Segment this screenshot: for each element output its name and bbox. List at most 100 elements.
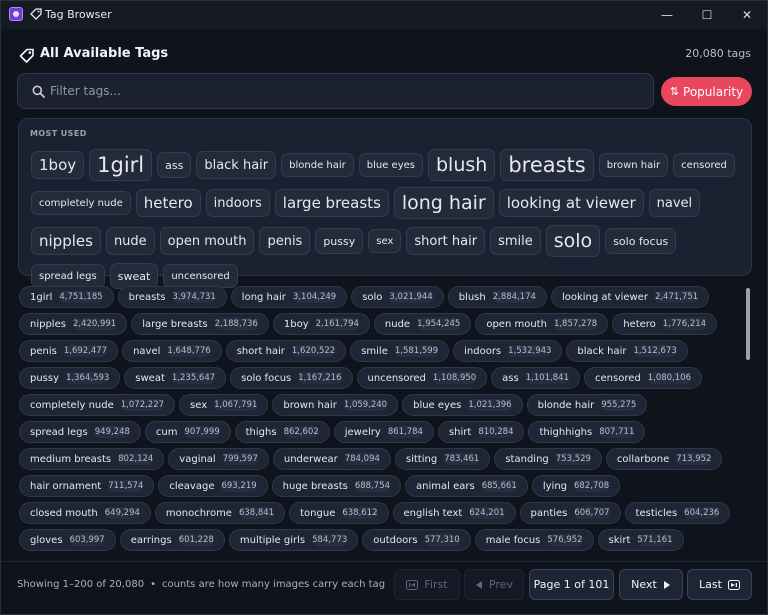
cloud-tag[interactable]: brown hair bbox=[598, 153, 669, 177]
cloud-tag[interactable]: 1boy bbox=[31, 151, 85, 179]
tag-chip[interactable]: sweat 1,235,647 bbox=[124, 367, 227, 389]
tag-chip[interactable]: navel 1,648,776 bbox=[122, 340, 222, 362]
cloud-tag[interactable]: uncensored bbox=[163, 264, 238, 288]
cloud-tag[interactable]: short hair bbox=[406, 227, 486, 255]
tag-chip[interactable]: underwear 784,094 bbox=[272, 448, 391, 470]
cloud-tag[interactable]: black hair bbox=[196, 151, 277, 179]
tag-chip[interactable]: pussy 1,364,593 bbox=[19, 367, 121, 389]
tag-chip[interactable]: brown hair 1,059,240 bbox=[272, 394, 399, 416]
tag-chip[interactable]: outdoors 577,310 bbox=[362, 529, 471, 551]
tag-chip[interactable]: english text 624,201 bbox=[392, 502, 516, 524]
prev-page-button[interactable]: Prev bbox=[464, 569, 524, 600]
tag-chip[interactable]: large breasts 2,188,736 bbox=[131, 313, 269, 335]
cloud-tag[interactable]: blush bbox=[428, 149, 496, 181]
tag-list-scrollbar[interactable] bbox=[745, 286, 751, 552]
tag-chip[interactable]: sitting 783,461 bbox=[394, 448, 491, 470]
cloud-tag[interactable]: open mouth bbox=[159, 227, 255, 255]
tag-chip[interactable]: cleavage 693,219 bbox=[158, 475, 268, 497]
tag-chip[interactable]: earrings 601,228 bbox=[119, 529, 225, 551]
tag-chip[interactable]: hetero 1,776,214 bbox=[612, 313, 718, 335]
cloud-tag[interactable]: nipples bbox=[31, 227, 101, 255]
tag-chip[interactable]: long hair 3,104,249 bbox=[230, 286, 348, 308]
tag-chip[interactable]: lying 682,708 bbox=[531, 475, 621, 497]
tag-chip[interactable]: breasts 3,974,731 bbox=[117, 286, 227, 308]
search-box[interactable] bbox=[17, 73, 654, 109]
cloud-tag[interactable]: 1girl bbox=[89, 149, 153, 181]
search-input[interactable] bbox=[50, 80, 640, 102]
tag-chip[interactable]: shirt 810,284 bbox=[437, 421, 525, 443]
tag-chip[interactable]: thighhighs 807,711 bbox=[528, 421, 646, 443]
tag-chip[interactable]: black hair 1,512,673 bbox=[566, 340, 688, 362]
first-page-button[interactable]: First bbox=[394, 569, 460, 600]
tag-chip[interactable]: blonde hair 955,275 bbox=[526, 394, 648, 416]
tag-chip[interactable]: nipples 2,420,991 bbox=[19, 313, 128, 335]
tag-chip[interactable]: standing 753,529 bbox=[494, 448, 602, 470]
maximize-button[interactable]: ☐ bbox=[687, 1, 727, 29]
title-bar[interactable]: Tag Browser — ☐ ✕ bbox=[1, 1, 767, 29]
cloud-tag[interactable]: hetero bbox=[135, 189, 201, 217]
tag-chip[interactable]: blush 2,884,174 bbox=[447, 286, 547, 308]
cloud-tag[interactable]: spread legs bbox=[31, 264, 105, 288]
tag-chip[interactable]: smile 1,581,599 bbox=[350, 340, 450, 362]
minimize-button[interactable]: — bbox=[647, 1, 687, 29]
tag-chip[interactable]: looking at viewer 2,471,751 bbox=[550, 286, 710, 308]
cloud-tag[interactable]: completely nude bbox=[31, 191, 131, 215]
tag-chip[interactable]: nude 1,954,245 bbox=[373, 313, 472, 335]
cloud-tag[interactable]: blue eyes bbox=[358, 153, 423, 177]
tag-chip[interactable]: 1boy 2,161,794 bbox=[272, 313, 370, 335]
tag-chip[interactable]: short hair 1,620,522 bbox=[225, 340, 347, 362]
cloud-tag[interactable]: breasts bbox=[500, 149, 594, 181]
tag-chip[interactable]: multiple girls 584,773 bbox=[228, 529, 359, 551]
cloud-tag[interactable]: long hair bbox=[393, 187, 494, 219]
tag-chip[interactable]: censored 1,080,106 bbox=[584, 367, 702, 389]
cloud-tag[interactable]: censored bbox=[673, 153, 735, 177]
cloud-tag[interactable]: indoors bbox=[205, 189, 270, 217]
tag-chip[interactable]: vaginal 799,597 bbox=[168, 448, 269, 470]
close-button[interactable]: ✕ bbox=[727, 1, 767, 29]
tag-chip[interactable]: jewelry 861,784 bbox=[333, 421, 434, 443]
cloud-tag[interactable]: blonde hair bbox=[281, 153, 354, 177]
tag-chip[interactable]: gloves 603,997 bbox=[19, 529, 116, 551]
tag-chip[interactable]: uncensored 1,108,950 bbox=[356, 367, 488, 389]
tag-chip[interactable]: testicles 604,236 bbox=[624, 502, 731, 524]
tag-chip[interactable]: animal ears 685,661 bbox=[405, 475, 528, 497]
cloud-tag[interactable]: penis bbox=[259, 227, 311, 255]
cloud-tag[interactable]: solo focus bbox=[605, 228, 677, 254]
sort-popularity-button[interactable]: ⇅ Popularity bbox=[661, 77, 752, 106]
tag-chip[interactable]: huge breasts 688,754 bbox=[271, 475, 402, 497]
cloud-tag[interactable]: navel bbox=[648, 189, 701, 217]
tag-chip[interactable]: penis 1,692,477 bbox=[19, 340, 119, 362]
tag-chip[interactable]: completely nude 1,072,227 bbox=[19, 394, 176, 416]
tag-chip[interactable]: cum 907,999 bbox=[144, 421, 231, 443]
tag-chip[interactable]: solo 3,021,944 bbox=[351, 286, 444, 308]
tag-chip[interactable]: panties 606,707 bbox=[519, 502, 621, 524]
tag-chip[interactable]: blue eyes 1,021,396 bbox=[402, 394, 523, 416]
cloud-tag[interactable]: smile bbox=[490, 227, 541, 255]
tag-chip[interactable]: skirt 571,161 bbox=[597, 529, 684, 551]
tag-chip[interactable]: solo focus 1,167,216 bbox=[230, 367, 353, 389]
cloud-tag[interactable]: sex bbox=[368, 229, 402, 253]
tag-chip[interactable]: open mouth 1,857,278 bbox=[475, 313, 609, 335]
tag-chip[interactable]: indoors 1,532,943 bbox=[453, 340, 563, 362]
tag-chip[interactable]: 1girl 4,751,185 bbox=[19, 286, 114, 308]
tag-chip[interactable]: tongue 638,612 bbox=[289, 502, 389, 524]
cloud-tag[interactable]: large breasts bbox=[274, 189, 389, 217]
cloud-tag[interactable]: ass bbox=[157, 152, 192, 178]
tag-chip[interactable]: ass 1,101,841 bbox=[491, 367, 580, 389]
cloud-tag[interactable]: pussy bbox=[315, 228, 364, 254]
tag-chip[interactable]: male focus 576,952 bbox=[474, 529, 594, 551]
cloud-tag[interactable]: looking at viewer bbox=[498, 189, 644, 217]
tag-chip[interactable]: thighs 862,602 bbox=[234, 421, 330, 443]
next-page-button[interactable]: Next bbox=[619, 569, 683, 600]
tag-chip[interactable]: sex 1,067,791 bbox=[179, 394, 269, 416]
tag-chip[interactable]: collarbone 713,952 bbox=[605, 448, 723, 470]
cloud-tag[interactable]: solo bbox=[545, 225, 601, 257]
last-page-button[interactable]: Last bbox=[687, 569, 752, 600]
cloud-tag[interactable]: nude bbox=[105, 227, 155, 255]
scrollbar-thumb[interactable] bbox=[746, 288, 750, 360]
tag-chip[interactable]: monochrome 638,841 bbox=[154, 502, 286, 524]
tag-chip[interactable]: hair ornament 711,574 bbox=[19, 475, 155, 497]
tag-chip[interactable]: closed mouth 649,294 bbox=[19, 502, 151, 524]
tag-chip[interactable]: spread legs 949,248 bbox=[19, 421, 141, 443]
tag-chip[interactable]: medium breasts 802,124 bbox=[19, 448, 165, 470]
